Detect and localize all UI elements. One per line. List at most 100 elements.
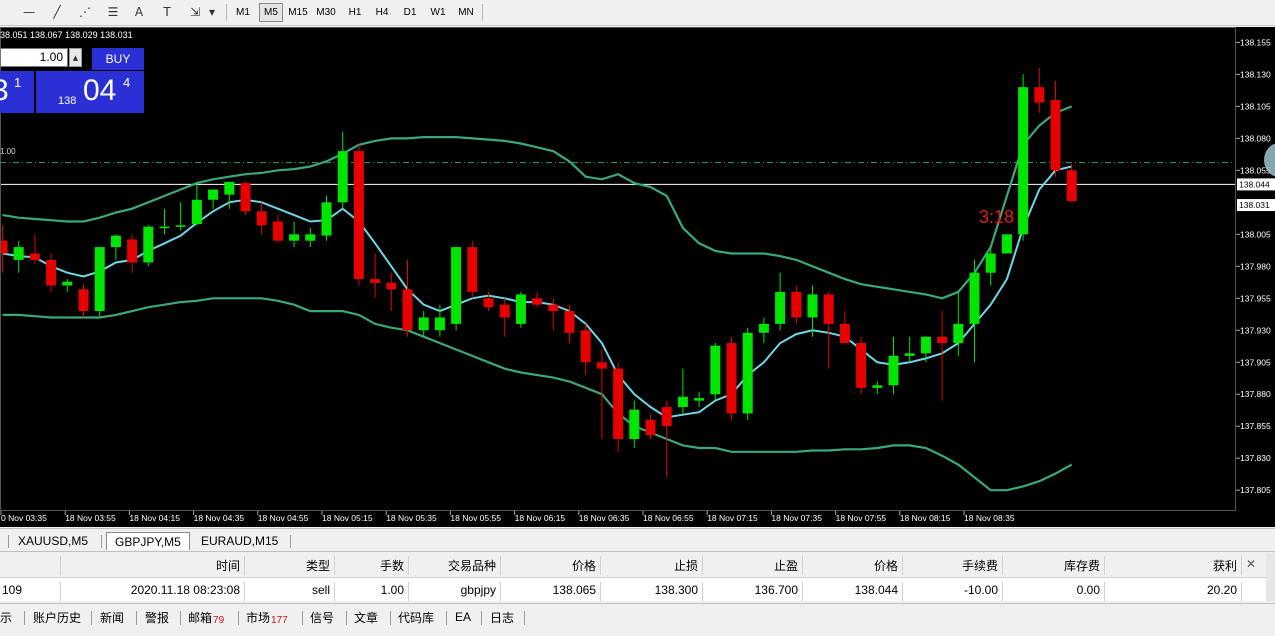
column-header-commission[interactable]: 手续费 <box>902 553 1002 577</box>
price-tick-label: 137.855 <box>1240 421 1271 431</box>
price-tick-label: 137.905 <box>1240 357 1271 367</box>
price-tick-label: 137.980 <box>1240 261 1271 271</box>
terminal-tab[interactable]: 账户历史 <box>33 608 81 626</box>
timeframe-d1-button[interactable]: D1 <box>398 3 422 22</box>
tab-gbpjpy-m5[interactable]: GBPJPY,M5 <box>106 532 190 550</box>
terminal-tab[interactable]: 新闻 <box>100 608 124 626</box>
timeframe-w1-button[interactable]: W1 <box>426 3 450 22</box>
terminal-tab[interactable]: 信号 <box>310 608 334 626</box>
horizontal-line-icon[interactable]: — <box>18 2 40 22</box>
column-header-symbol[interactable]: 交易品种 <box>408 553 500 577</box>
column-header-price[interactable]: 价格 <box>500 553 600 577</box>
bullish-candle <box>515 294 526 324</box>
bearish-candle <box>791 291 802 318</box>
bearish-candle <box>661 407 672 427</box>
terminal-tab[interactable]: 日志 <box>490 608 514 626</box>
terminal-tab[interactable]: 代码库 <box>398 608 434 626</box>
bearish-candle <box>0 240 8 254</box>
bullish-candle <box>62 281 73 286</box>
timeframe-h1-button[interactable]: H1 <box>343 3 367 22</box>
terminal-tab[interactable]: 文章 <box>354 608 378 626</box>
lot-size-input[interactable]: 1.00 <box>0 48 68 67</box>
trendline-icon[interactable]: ╱ <box>46 2 68 22</box>
terminal-tab[interactable]: 示 <box>0 608 12 626</box>
bearish-candle <box>467 247 478 292</box>
column-separator <box>1241 582 1242 601</box>
timeframe-m1-button[interactable]: M1 <box>231 3 255 22</box>
bullish-candle <box>1018 87 1029 235</box>
price-tick-label: 138.005 <box>1240 229 1271 239</box>
price-tick-label: 137.805 <box>1240 485 1271 495</box>
timeframe-h4-button[interactable]: H4 <box>370 3 394 22</box>
bullish-candle <box>742 332 753 414</box>
chevron-down-icon[interactable]: ▾ <box>206 2 218 22</box>
bearish-candle <box>256 211 267 226</box>
terminal-tab-label: EA <box>455 610 472 624</box>
toolbar: — ╱ ⋰ ☰ A T ⇲ ▾ M1 M5 M15 M30 H1 H4 D1 W1 MN <box>0 0 1275 26</box>
column-header-swap[interactable]: 库存费 <box>1002 553 1104 577</box>
current-price-label: 138.044 <box>1239 179 1270 189</box>
count-badge: 79 <box>213 614 225 626</box>
bearish-candle <box>272 221 283 241</box>
timeframe-m5-button[interactable]: M5 <box>259 3 283 22</box>
chart-window[interactable]: 138.155 138.130 138.105 138.080 138.055 138.0… <box>0 27 1275 527</box>
terminal-tab[interactable]: 市场 177 <box>246 608 288 626</box>
text-label-icon[interactable]: T <box>156 2 178 22</box>
column-header-lots[interactable]: 手数 <box>334 553 408 577</box>
timeframe-m30-button[interactable]: M30 <box>313 3 339 22</box>
sell-price-button[interactable]: 3 1 <box>0 71 34 113</box>
bearish-candle <box>29 253 40 260</box>
bullish-candle <box>775 291 786 324</box>
bearish-candle <box>1034 87 1045 103</box>
buy-button[interactable]: BUY <box>92 48 144 70</box>
bearish-candle <box>613 368 624 440</box>
tab-xauusd-m5[interactable]: XAUUSD,M5 <box>10 532 96 550</box>
bearish-candle <box>726 343 737 414</box>
bullish-candle <box>629 409 640 440</box>
time-tick-label: 18 Nov 04:35 <box>194 513 245 523</box>
column-header-price2[interactable]: 价格 <box>802 553 902 577</box>
bearish-candle <box>532 298 543 305</box>
column-header-time[interactable]: 时间 <box>60 553 244 577</box>
tab-euraud-m15[interactable]: EURAUD,M15 <box>193 532 286 550</box>
text-icon[interactable]: A <box>128 2 150 22</box>
fibonacci-fan-icon[interactable]: ⋰ <box>74 2 96 22</box>
column-header-type[interactable]: 类型 <box>244 553 334 577</box>
bullish-candle <box>985 253 996 273</box>
terminal-tab[interactable]: 邮箱 79 <box>188 608 224 626</box>
fibonacci-retracement-icon[interactable]: ☰ <box>102 2 124 22</box>
timeframe-mn-button[interactable]: MN <box>454 3 478 22</box>
tab-separator <box>290 535 291 548</box>
lot-spinner-icon[interactable]: ▲ <box>69 48 82 67</box>
timeframe-m15-button[interactable]: M15 <box>285 3 311 22</box>
close-order-icon[interactable]: ✕ <box>1243 556 1259 572</box>
time-tick-label: 18 Nov 05:15 <box>322 513 373 523</box>
bullish-candle <box>920 336 931 354</box>
column-header-tp[interactable]: 止盈 <box>702 553 802 577</box>
terminal-tab[interactable]: EA <box>455 608 471 626</box>
bullish-candle <box>305 234 316 241</box>
column-header-sl[interactable]: 止损 <box>600 553 702 577</box>
buy-price-button[interactable]: 138 04 4 <box>36 71 144 113</box>
chart-tabs: XAUUSD,M5 GBPJPY,M5 EURAUD,M15 <box>0 528 1275 552</box>
scrollbar[interactable] <box>1266 553 1275 601</box>
price-tick-label: 138.080 <box>1240 133 1271 143</box>
bearish-candle <box>564 311 575 333</box>
terminal-tab[interactable]: 警报 <box>145 608 169 626</box>
table-row[interactable]: 109 2020.11.18 08:23:08 sell 1.00 gbpjpy 138.… <box>0 579 1275 601</box>
terminal-tabs: 示 账户历史 新闻 警报 邮箱 79 市场 177 信号 文章 代码库 EA 日志 <box>0 603 1275 629</box>
cell-time: 2020.11.18 08:23:08 <box>130 583 240 597</box>
bullish-candle <box>337 151 348 203</box>
tab-separator <box>390 611 391 625</box>
terminal-tab-label: 市场 <box>246 610 271 625</box>
column-header-profit[interactable]: 获利 <box>1104 553 1241 577</box>
time-tick-label: 0 Nov 03:35 <box>1 513 47 523</box>
tab-separator <box>481 611 482 625</box>
bearish-candle <box>596 362 607 369</box>
bearish-candle <box>856 343 867 388</box>
arrows-icon[interactable]: ⇲ <box>184 2 206 22</box>
tab-separator <box>24 611 25 625</box>
toolbar-separator <box>482 4 483 21</box>
bearish-candle <box>548 304 559 312</box>
price-chart[interactable]: 138.155138.130138.105138.080138.055138.0… <box>0 27 1275 527</box>
